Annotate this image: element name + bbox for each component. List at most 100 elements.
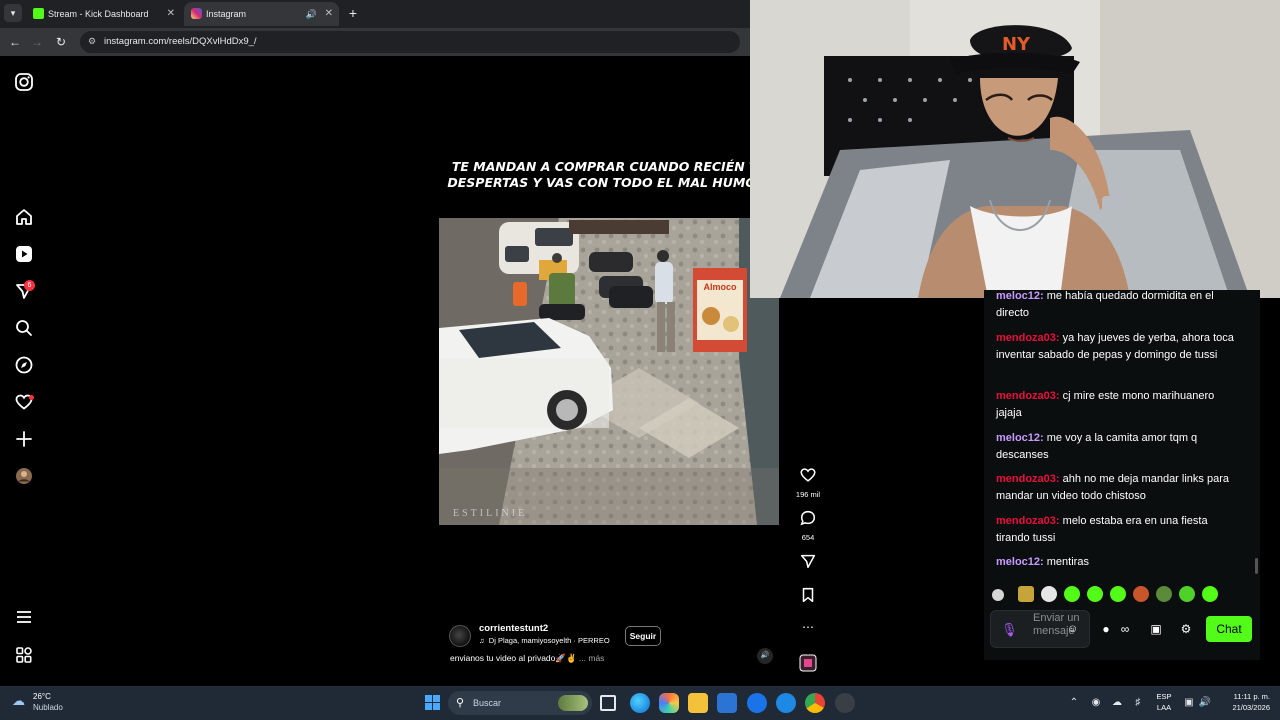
site-info-icon[interactable]: ⚙ (88, 36, 98, 46)
edge-icon[interactable] (630, 693, 650, 713)
share-action[interactable] (790, 552, 826, 575)
task-view-icon[interactable] (600, 695, 616, 711)
close-tab-icon[interactable]: ✕ (167, 2, 175, 26)
create-plus-icon[interactable] (14, 429, 34, 449)
save-action[interactable] (790, 586, 826, 609)
reel-video-frame[interactable]: Almoco ESTILINIE (439, 218, 779, 525)
volume-icon[interactable]: 🔊 (1198, 695, 1212, 711)
explore-icon[interactable] (14, 355, 34, 375)
more-apps-icon[interactable] (14, 645, 34, 665)
menu-hamburger-icon[interactable] (14, 607, 34, 627)
emote-icon[interactable] (1179, 586, 1195, 602)
like-action[interactable]: 196 mil (790, 466, 826, 499)
emote-icon[interactable] (1041, 586, 1057, 602)
follow-button[interactable]: Seguir (625, 626, 661, 646)
keyboard-layout: LAA (1156, 703, 1172, 712)
chrome-icon[interactable] (805, 693, 825, 713)
microsoft-store-icon[interactable] (717, 693, 737, 713)
webcam-feed-image: NY (750, 0, 1280, 298)
video-watermark: ESTILINIE (453, 508, 527, 519)
forward-arrow-icon[interactable]: → (28, 33, 46, 51)
reel-audio-track[interactable]: ♫ Dj Plaga, mamiyosoyelth · PERREO (479, 636, 619, 645)
input-language[interactable]: ESP LAA (1152, 691, 1176, 713)
comment-icon[interactable] (799, 509, 817, 527)
new-tab-button[interactable]: + (345, 4, 361, 22)
profile-avatar[interactable] (14, 466, 34, 486)
reel-author-name[interactable]: corrientestunt2 (479, 623, 548, 634)
notification-badge: 6 (24, 280, 35, 291)
chat-message-list[interactable]: meloc12: me había quedado dormidita en e… (984, 290, 1260, 578)
hp-icon[interactable] (747, 693, 767, 713)
street-scene-image: Almoco ESTILINIE (439, 218, 779, 525)
points-icon[interactable]: ● (1098, 620, 1114, 638)
like-heart-icon[interactable] (799, 466, 817, 484)
reel-player[interactable]: TE MANDAN A COMPRAR CUANDO RECIÉN TE DES… (439, 69, 779, 675)
weather-widget[interactable]: ☁ 26°C Nublado (12, 691, 92, 715)
emote-icon[interactable] (992, 589, 1004, 601)
audio-playing-icon[interactable]: 🔊 (306, 2, 317, 26)
emote-icon[interactable] (1156, 586, 1172, 602)
app-icon[interactable] (776, 693, 796, 713)
emote-icon[interactable] (1064, 586, 1080, 602)
emote-icon[interactable] (1202, 586, 1218, 602)
instagram-sidebar: 6 (0, 58, 50, 686)
bookmark-icon[interactable] (799, 586, 817, 604)
chat-send-button[interactable]: Chat (1206, 616, 1252, 642)
reels-icon[interactable] (14, 244, 34, 264)
share-icon[interactable] (799, 552, 817, 570)
more-options-icon[interactable]: ⋯ (790, 620, 826, 634)
omnibox[interactable]: ⚙ instagram.com/reels/DQXvlHdDx9_/ (80, 31, 740, 53)
chat-colon: : (1040, 290, 1047, 302)
chat-username[interactable]: mendoza03 (996, 473, 1056, 485)
settings-gear-icon[interactable]: ⚙ (1178, 620, 1194, 638)
windows-start-icon[interactable] (425, 695, 441, 711)
language-code: ESP (1156, 692, 1172, 701)
emoji-picker-icon[interactable]: ☺ (1067, 622, 1081, 636)
chat-username[interactable]: meloc12 (996, 556, 1040, 568)
close-tab-icon[interactable]: ✕ (325, 2, 333, 26)
tab-search-button[interactable]: ▾ (4, 4, 22, 22)
copilot-icon[interactable] (659, 693, 679, 713)
security-icon[interactable]: ◉ (1089, 695, 1103, 711)
taskbar-search-box[interactable]: ⚲ Buscar (448, 691, 592, 715)
more-link[interactable]: ... más (579, 653, 605, 663)
emote-icon[interactable] (1133, 586, 1149, 602)
emote-icon[interactable] (1110, 586, 1126, 602)
infinity-icon[interactable]: ∞ (1116, 620, 1134, 638)
chat-message-input[interactable]: 🎙 Enviar un mensaje ☺ (990, 610, 1090, 648)
chat-username[interactable]: meloc12 (996, 290, 1040, 302)
tab-title: Instagram (206, 9, 247, 19)
show-hidden-icons-icon[interactable]: ⌃ (1068, 695, 1080, 711)
tab-kick-dashboard[interactable]: Stream - Kick Dashboard ✕ (26, 2, 181, 26)
chat-username[interactable]: mendoza03 (996, 390, 1056, 402)
reload-icon[interactable]: ↻ (52, 33, 70, 51)
file-explorer-icon[interactable] (688, 693, 708, 713)
chat-colon: : (1055, 473, 1063, 485)
microphone-icon[interactable]: ♯ (1131, 695, 1145, 711)
back-arrow-icon[interactable]: ← (6, 33, 24, 51)
audio-thumbnail[interactable] (790, 654, 826, 677)
home-icon[interactable] (14, 207, 34, 227)
weather-description: Nublado (33, 703, 63, 712)
chat-scrollbar[interactable] (1255, 558, 1258, 574)
onedrive-icon[interactable]: ☁ (1110, 695, 1124, 711)
audio-cover-icon[interactable] (799, 654, 817, 672)
instagram-logo-icon[interactable] (14, 72, 34, 92)
network-icon[interactable]: ▣ (1182, 695, 1196, 711)
system-clock[interactable]: 11:11 p. m. 21/03/2026 (1214, 691, 1270, 713)
search-icon[interactable] (14, 318, 34, 338)
emote-icon[interactable] (1018, 586, 1034, 602)
search-highlight-image (558, 695, 588, 711)
sound-toggle-icon[interactable]: 🔊 (757, 648, 773, 664)
tab-instagram[interactable]: Instagram 🔊 ✕ (184, 2, 339, 26)
search-icon: ⚲ (456, 697, 465, 709)
microphone-icon[interactable]: 🎙 (1001, 622, 1018, 638)
chat-username[interactable]: mendoza03 (996, 515, 1056, 527)
store-icon[interactable]: ▣ (1148, 620, 1164, 638)
emote-icon[interactable] (1087, 586, 1103, 602)
chat-username[interactable]: meloc12 (996, 432, 1040, 444)
obs-icon[interactable] (835, 693, 855, 713)
reel-author-avatar[interactable] (449, 625, 471, 647)
chat-username[interactable]: mendoza03 (996, 332, 1056, 344)
comment-action[interactable]: 654 (790, 509, 826, 542)
